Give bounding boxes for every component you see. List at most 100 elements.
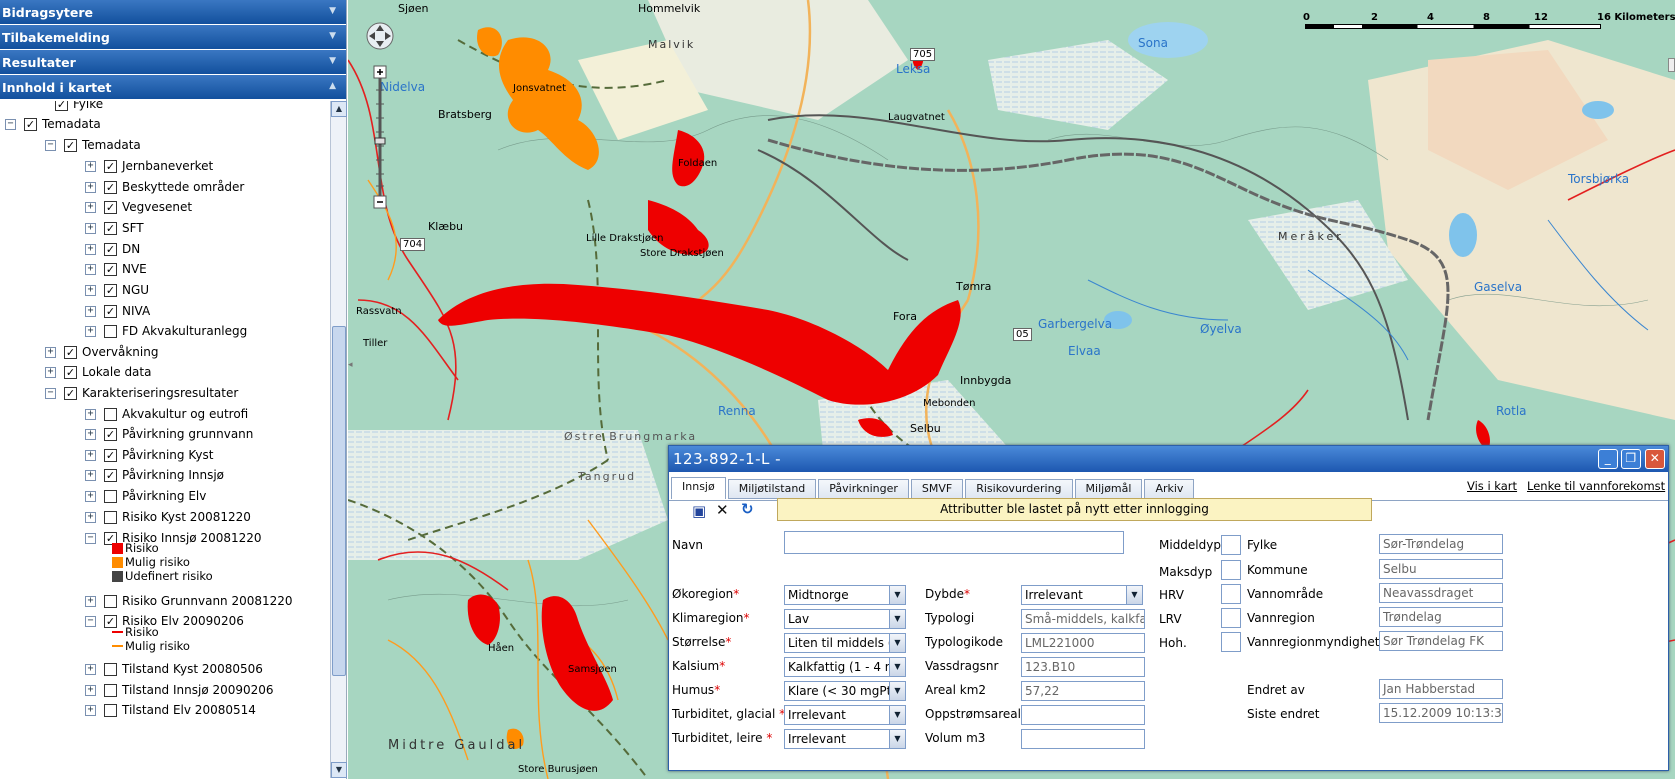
vassdragsnr-field[interactable]: 123.B10 <box>1021 657 1145 677</box>
layer-checkbox[interactable]: ✓ <box>64 138 77 152</box>
tree-item[interactable]: + Påvirkning Elv <box>85 486 206 506</box>
tree-item[interactable]: + Tilstand Kyst 20080506 <box>85 659 263 679</box>
tree-item[interactable]: − ✓ Temadata <box>5 114 101 134</box>
layer-checkbox[interactable] <box>104 510 117 524</box>
tree-item[interactable]: + ✓ Lokale data <box>45 362 151 382</box>
tab-risikovurdering[interactable]: Risikovurdering <box>965 479 1073 499</box>
close-icon[interactable]: ✕ <box>1645 449 1665 469</box>
collapse-icon[interactable]: − <box>85 615 96 627</box>
tree-item[interactable]: + ✓ Vegvesenet <box>85 197 192 217</box>
layer-checkbox[interactable] <box>104 489 117 503</box>
expand-icon[interactable]: + <box>45 346 56 358</box>
expand-icon[interactable]: + <box>85 408 96 420</box>
expand-icon[interactable]: + <box>45 366 56 378</box>
typologikode-field[interactable]: LML221000 <box>1021 633 1145 653</box>
expand-icon[interactable]: + <box>85 684 96 696</box>
layer-checkbox[interactable] <box>104 683 117 697</box>
expand-icon[interactable]: + <box>85 181 96 193</box>
tree-item[interactable]: + ✓ Påvirkning Kyst <box>85 445 213 465</box>
layer-checkbox[interactable]: ✓ <box>55 101 68 111</box>
tree-item[interactable]: + Tilstand Innsjø 20090206 <box>85 680 274 700</box>
expand-icon[interactable]: + <box>85 263 96 275</box>
humus-select[interactable]: Klare (< 30 mgPt/l ▼ <box>784 681 906 701</box>
tree-item[interactable]: + ✓ NVE <box>85 259 147 279</box>
minimize-icon[interactable]: _ <box>1598 449 1618 469</box>
dybde-select[interactable]: Irrelevant ▼ <box>1021 585 1143 605</box>
vannregion-field[interactable]: Trøndelag <box>1379 607 1503 627</box>
turbiditet-glacial-select[interactable]: Irrelevant ▼ <box>784 705 906 725</box>
tree-item[interactable]: + Akvakultur og eutrofi <box>85 404 248 424</box>
okoregion-select[interactable]: Midtnorge ▼ <box>784 585 906 605</box>
expand-icon[interactable]: + <box>85 243 96 255</box>
volum-input[interactable] <box>1021 729 1145 749</box>
accordion-bidragsytere[interactable]: Bidragsytere ▼ <box>0 0 346 25</box>
layer-checkbox[interactable]: ✓ <box>24 117 37 131</box>
refresh-icon[interactable]: ↻ <box>741 500 754 518</box>
expand-icon[interactable]: + <box>85 305 96 317</box>
expand-icon[interactable]: + <box>85 704 96 716</box>
layer-checkbox[interactable] <box>104 662 117 676</box>
expand-icon[interactable]: + <box>85 222 96 234</box>
siste-endret-field[interactable]: 15.12.2009 10:13:35 <box>1379 703 1503 723</box>
middeldyp-input[interactable] <box>1221 535 1241 555</box>
pan-control[interactable] <box>366 22 394 50</box>
accordion-resultater[interactable]: Resultater ▼ <box>0 50 346 75</box>
tree-item[interactable]: + Risiko Kyst 20081220 <box>85 507 251 527</box>
kalsium-select[interactable]: Kalkfattig (1 - 4 mg ▼ <box>784 657 906 677</box>
tree-item[interactable]: + FD Akvakulturanlegg <box>85 321 247 341</box>
layer-checkbox[interactable]: ✓ <box>104 283 117 297</box>
layer-checkbox[interactable]: ✓ <box>64 386 77 400</box>
tree-item[interactable]: + ✓ Jernbaneverket <box>85 156 213 176</box>
tree-item[interactable]: + ✓ Påvirkning Innsjø <box>85 465 224 485</box>
expand-icon[interactable]: + <box>85 663 96 675</box>
klimaregion-select[interactable]: Lav ▼ <box>784 609 906 629</box>
layer-checkbox[interactable]: ✓ <box>104 221 117 235</box>
restore-icon[interactable]: ❐ <box>1621 449 1641 469</box>
accordion-innhold-i-kartet[interactable]: Innhold i kartet ▲ <box>0 75 346 100</box>
tree-item[interactable]: − ✓ Karakteriseringsresultater <box>45 383 238 403</box>
tree-item[interactable]: + ✓ NIVA <box>85 301 150 321</box>
show-in-map-link[interactable]: Vis i kart <box>1467 479 1517 493</box>
hoh-input[interactable] <box>1221 632 1241 652</box>
tree-scrollbar[interactable]: ▲ ▼ <box>330 101 347 778</box>
save-icon[interactable]: ▣ <box>692 502 706 520</box>
tab-pavirkninger[interactable]: Påvirkninger <box>818 479 909 499</box>
layer-checkbox[interactable]: ✓ <box>104 427 117 441</box>
kommune-field[interactable]: Selbu <box>1379 559 1503 579</box>
cancel-icon[interactable]: ✕ <box>716 501 729 519</box>
collapse-icon[interactable]: − <box>85 532 96 544</box>
zoom-slider-handle[interactable] <box>374 137 386 145</box>
collapse-icon[interactable]: − <box>45 387 56 399</box>
hrv-input[interactable] <box>1221 584 1241 604</box>
vannregionmyndighet-field[interactable]: Sør Trøndelag FK <box>1379 631 1503 651</box>
vannomrade-field[interactable]: Neavassdraget <box>1379 583 1503 603</box>
layer-checkbox[interactable]: ✓ <box>104 159 117 173</box>
window-titlebar[interactable]: 123-892-1-L - _ ❐ ✕ <box>669 446 1668 472</box>
layer-checkbox[interactable]: ✓ <box>104 180 117 194</box>
layer-checkbox[interactable] <box>104 703 117 717</box>
water-body-link[interactable]: Lenke til vannforekomst <box>1527 479 1665 493</box>
layer-checkbox[interactable]: ✓ <box>104 200 117 214</box>
layer-checkbox[interactable]: ✓ <box>104 448 117 462</box>
tab-miljotilstand[interactable]: Miljøtilstand <box>727 479 817 499</box>
expand-icon[interactable]: + <box>85 449 96 461</box>
tree-item[interactable]: + ✓ Beskyttede områder <box>85 177 244 197</box>
tree-item[interactable]: + ✓ SFT <box>85 218 144 238</box>
lrv-input[interactable] <box>1221 608 1241 628</box>
scroll-thumb[interactable] <box>332 326 346 676</box>
turbiditet-leire-select[interactable]: Irrelevant ▼ <box>784 729 906 749</box>
layer-checkbox[interactable] <box>104 407 117 421</box>
expand-icon[interactable]: + <box>85 511 96 523</box>
tree-item[interactable]: + ✓ Påvirkning grunnvann <box>85 424 253 444</box>
tab-innsjo[interactable]: Innsjø <box>671 477 726 499</box>
scroll-up-icon[interactable]: ▲ <box>331 101 347 117</box>
tree-item[interactable]: + ✓ Overvåkning <box>45 342 158 362</box>
expand-icon[interactable]: + <box>85 428 96 440</box>
storrelse-select[interactable]: Liten til middels (0 ▼ <box>784 633 906 653</box>
collapse-panel-icon[interactable]: ◂ <box>348 360 354 374</box>
accordion-tilbakemelding[interactable]: Tilbakemelding ▼ <box>0 25 346 50</box>
layer-checkbox[interactable]: ✓ <box>64 345 77 359</box>
layer-checkbox[interactable] <box>104 594 117 608</box>
expand-icon[interactable]: + <box>85 469 96 481</box>
tree-item[interactable]: ✓ Fylke <box>55 101 103 114</box>
